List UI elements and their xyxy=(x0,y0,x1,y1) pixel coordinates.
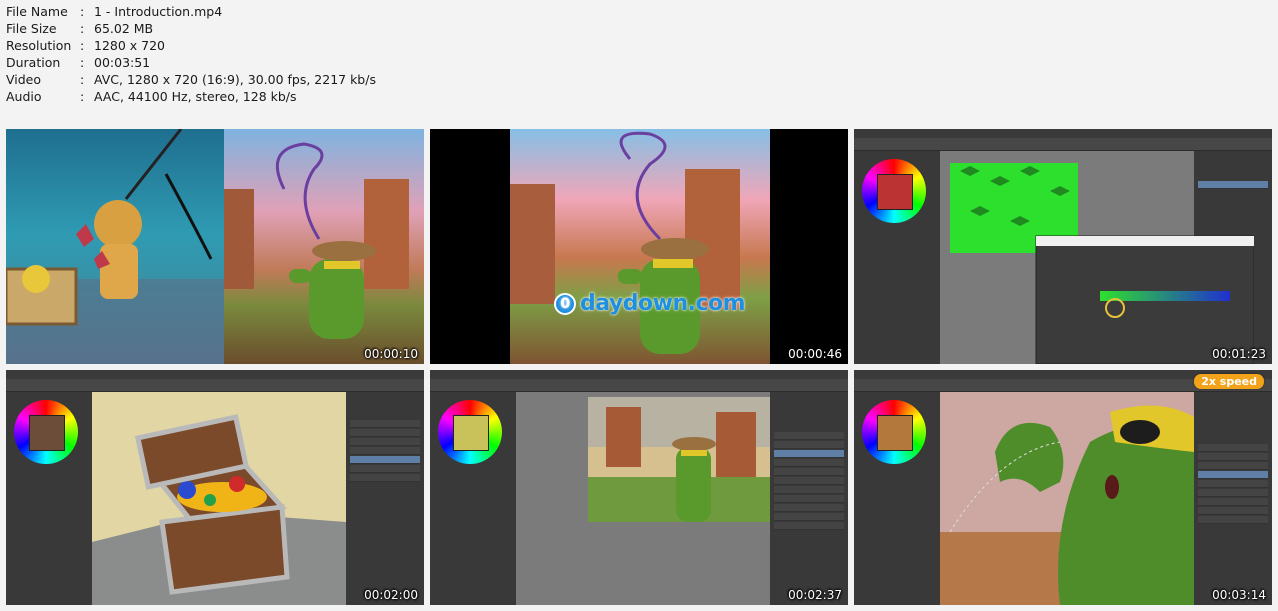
info-label: File Name xyxy=(6,4,68,19)
video-thumbnail[interactable]: 00:01:23 xyxy=(854,129,1272,364)
info-separator: : xyxy=(80,4,85,19)
layer-row xyxy=(1198,498,1268,506)
layer-row xyxy=(350,429,420,437)
info-value: AAC, 44100 Hz, stereo, 128 kb/s xyxy=(94,89,297,104)
cactus-artwork-image xyxy=(224,129,424,364)
layer-row xyxy=(1198,489,1268,497)
canvas-area xyxy=(92,392,346,605)
layer-row xyxy=(774,459,844,467)
video-thumbnail[interactable]: 00:02:37 xyxy=(430,370,848,605)
diver-illustration xyxy=(6,129,224,364)
info-row-resolution: Resolution : 1280 x 720 xyxy=(6,37,376,54)
layer-row xyxy=(1198,516,1268,524)
color-wheel-icon xyxy=(862,400,926,464)
info-row-duration: Duration : 00:03:51 xyxy=(6,54,376,71)
cactus-artwork-image xyxy=(510,129,770,364)
timestamp-label: 00:02:00 xyxy=(364,588,418,602)
layer-row xyxy=(774,432,844,440)
timestamp-label: 00:00:46 xyxy=(788,347,842,361)
layer-row xyxy=(774,522,844,530)
color-wheel-icon xyxy=(862,159,926,223)
layer-row xyxy=(774,504,844,512)
color-wheel-icon xyxy=(14,400,78,464)
layer-row xyxy=(1198,444,1268,452)
info-value: AVC, 1280 x 720 (16:9), 30.00 fps, 2217 … xyxy=(94,72,376,87)
info-separator: : xyxy=(80,21,85,36)
layers-dock xyxy=(346,392,424,605)
video-thumbnail[interactable]: 00:02:00 xyxy=(6,370,424,605)
canvas-area xyxy=(940,151,1255,364)
layer-row xyxy=(1198,453,1268,461)
color-selector-dock xyxy=(854,151,940,364)
layer-row xyxy=(774,441,844,449)
info-row-file-name: File Name : 1 - Introduction.mp4 xyxy=(6,3,376,20)
info-label: Video xyxy=(6,72,42,87)
color-selector-dock xyxy=(430,392,516,605)
info-row-video: Video : AVC, 1280 x 720 (16:9), 30.00 fp… xyxy=(6,71,376,88)
info-label: Duration xyxy=(6,55,61,70)
layer-row xyxy=(1198,507,1268,515)
app-menubar xyxy=(430,370,848,379)
app-toolbar xyxy=(854,138,1272,151)
timestamp-label: 00:00:10 xyxy=(364,347,418,361)
layer-row xyxy=(350,474,420,482)
info-value: 1 - Introduction.mp4 xyxy=(94,4,223,19)
layer-row xyxy=(774,477,844,485)
cactus-illustration xyxy=(510,131,740,354)
info-value: 1280 x 720 xyxy=(94,38,166,53)
timestamp-label: 00:03:14 xyxy=(1212,588,1266,602)
layer-row xyxy=(774,486,844,494)
info-label: Resolution xyxy=(6,38,72,53)
info-row-file-size: File Size : 65.02 MB xyxy=(6,20,376,37)
layer-row xyxy=(350,438,420,446)
color-wheel-icon xyxy=(438,400,502,464)
info-value: 00:03:51 xyxy=(94,55,151,70)
canvas-area xyxy=(516,392,770,605)
timestamp-label: 00:01:23 xyxy=(1212,347,1266,361)
canvas-area xyxy=(940,392,1194,605)
layer-row xyxy=(350,447,420,455)
info-separator: : xyxy=(80,72,85,87)
info-row-audio: Audio : AAC, 44100 Hz, stereo, 128 kb/s xyxy=(6,88,376,105)
layer-row xyxy=(1198,471,1268,479)
color-selector-dock xyxy=(854,392,940,605)
layers-dock xyxy=(1194,392,1272,605)
info-label: File Size xyxy=(6,21,57,36)
info-label: Audio xyxy=(6,89,42,104)
canvas-content xyxy=(588,397,770,522)
layers-dock xyxy=(770,392,848,605)
layer-row xyxy=(350,456,420,464)
diver-artwork-image xyxy=(6,129,224,364)
layer-row xyxy=(1198,462,1268,470)
canvas-content xyxy=(950,163,1255,364)
watermark-text: daydown.com xyxy=(580,291,746,316)
app-menubar xyxy=(854,129,1272,138)
app-toolbar xyxy=(6,379,424,392)
layer-row xyxy=(774,468,844,476)
video-thumbnail[interactable]: 2x speed 00:03:14 xyxy=(854,370,1272,605)
info-separator: : xyxy=(80,55,85,70)
timestamp-label: 00:02:37 xyxy=(788,588,842,602)
color-selector-dock xyxy=(6,392,92,605)
layer-row xyxy=(350,420,420,428)
watermark-logo-icon: 0 xyxy=(554,293,576,315)
video-thumbnail[interactable]: 0 daydown.com 00:00:46 xyxy=(430,129,848,364)
layer-row xyxy=(774,495,844,503)
watermark: 0 daydown.com xyxy=(554,291,746,316)
speed-badge: 2x speed xyxy=(1194,374,1264,389)
layer-row xyxy=(350,465,420,473)
app-menubar xyxy=(6,370,424,379)
file-info-panel: File Name : 1 - Introduction.mp4 File Si… xyxy=(6,3,376,105)
layer-row xyxy=(1198,480,1268,488)
treasure-chest-illustration xyxy=(92,414,346,605)
cactus-illustration xyxy=(224,142,409,339)
cactus-closeup-illustration xyxy=(940,392,1194,605)
app-toolbar xyxy=(430,379,848,392)
info-value: 65.02 MB xyxy=(94,21,154,36)
video-thumbnail[interactable]: 00:00:10 xyxy=(6,129,424,364)
info-separator: : xyxy=(80,89,85,104)
layer-row xyxy=(774,450,844,458)
info-separator: : xyxy=(80,38,85,53)
layer-row xyxy=(774,513,844,521)
